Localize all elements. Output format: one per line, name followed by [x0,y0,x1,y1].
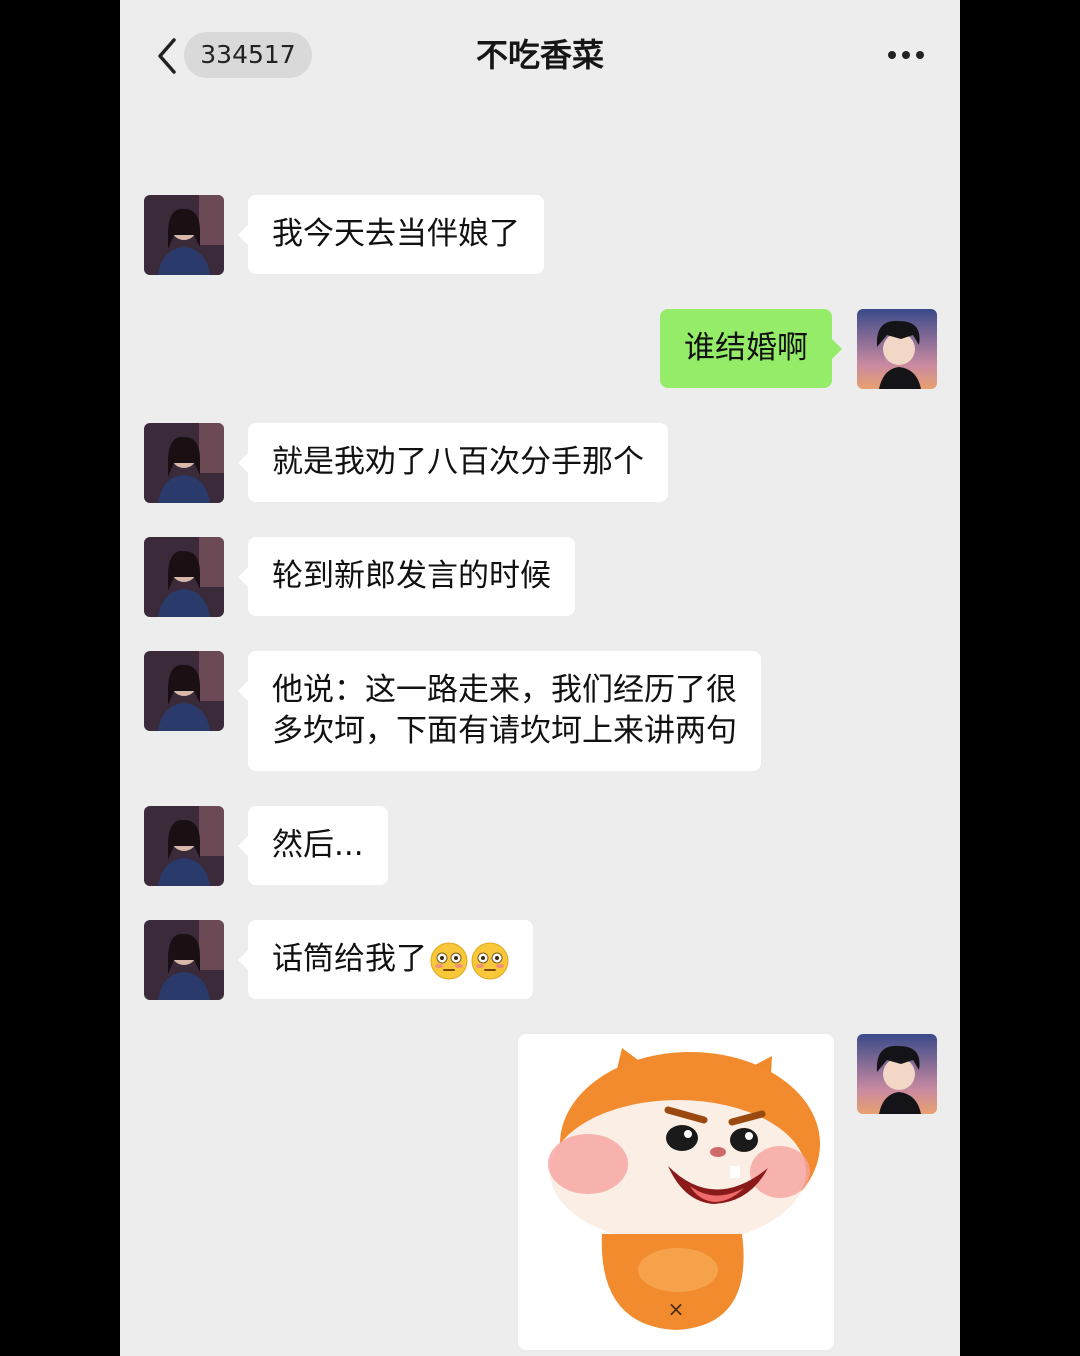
incoming-message-bubble[interactable]: 我今天去当伴娘了 [238,195,544,274]
chat-title: 不吃香菜 [475,36,604,74]
incoming-message-bubble[interactable]: 轮到新郎发言的时候 [238,537,575,616]
my-avatar[interactable] [857,309,937,389]
message-line: 他说：这一路走来，我们经历了很 [272,672,737,708]
message-text: 话筒给我了 [272,941,427,977]
incoming-message-bubble[interactable]: 然后... [238,806,388,885]
hamster-sticker-message[interactable]: × [518,1034,834,1350]
more-options-icon[interactable] [876,34,936,74]
svg-text:×: × [668,1297,685,1321]
incoming-message-bubble[interactable]: 就是我劝了八百次分手那个 [238,423,668,502]
contact-avatar[interactable] [144,651,224,731]
contact-avatar[interactable] [144,920,224,1000]
outgoing-message-bubble[interactable]: 谁结婚啊 [660,309,842,388]
laughing-hamster-sticker-icon: × [548,1048,820,1330]
message-line: 多坎坷，下面有请坎坷上来讲两句 [272,713,737,749]
my-avatar[interactable] [857,1034,937,1114]
contact-avatar[interactable] [144,423,224,503]
incoming-message-bubble[interactable]: 话筒给我了 [238,920,533,999]
chat-header: 334517 不吃香菜 [120,0,960,110]
contact-avatar[interactable] [144,537,224,617]
chat-screen: 334517 不吃香菜 我今天去当伴娘了 谁结婚啊 就是我劝了八百次分手那个 轮… [120,0,960,1356]
contact-avatar[interactable] [144,806,224,886]
flushed-face-emoji-icon [471,942,509,979]
contact-avatar[interactable] [144,195,224,275]
incoming-message-bubble[interactable]: 他说：这一路走来，我们经历了很 多坎坷，下面有请坎坷上来讲两句 [238,651,761,771]
flushed-face-emoji-icon [430,942,468,979]
